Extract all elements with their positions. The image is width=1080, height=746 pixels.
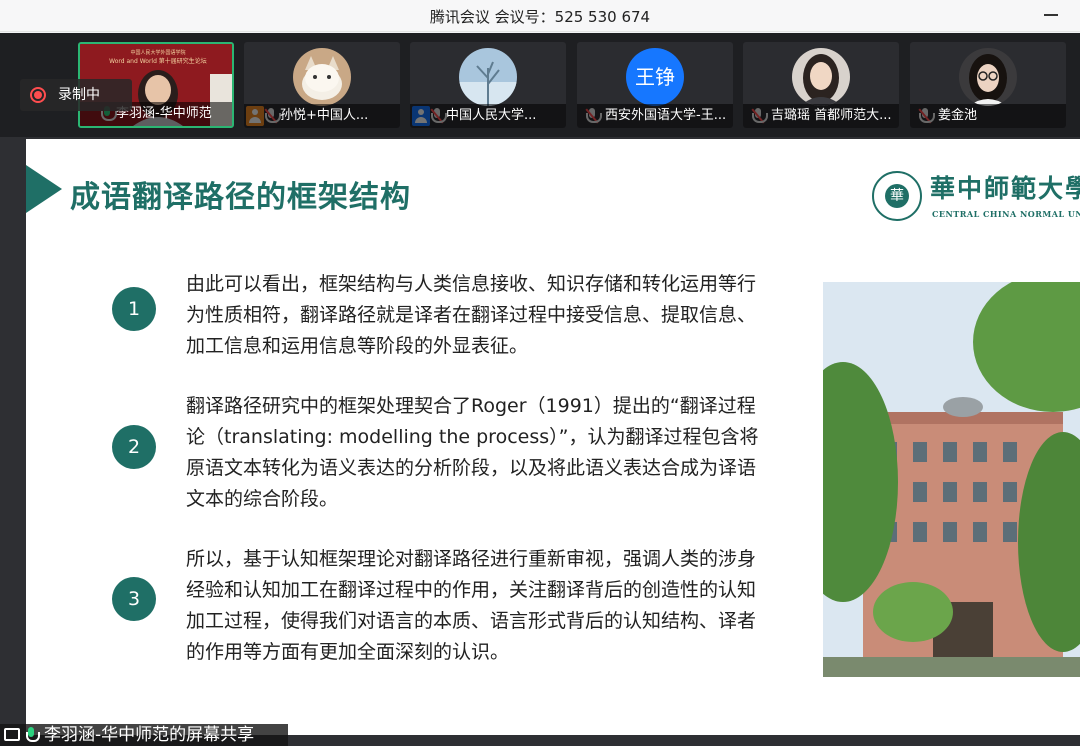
recording-label: 录制中 xyxy=(58,87,100,103)
university-logo: 華 華中師範大學 CENTRAL CHINA NORMAL UNIVERSITY xyxy=(872,169,1080,229)
screen-share-caption: 李羽涵-华中师范的屏幕共享 xyxy=(0,724,288,746)
point-text: 所以，基于认知框架理论对翻译路径进行重新审视，强调人类的涉身经验和认知加工在翻译… xyxy=(186,548,757,663)
point-text: 翻译路径研究中的框架处理契合了Roger（1991）提出的“翻译过程论（tran… xyxy=(186,395,759,510)
screen-share-area: 成语翻译路径的框架结构 華 華中師範大學 CENTRAL CHINA NORMA… xyxy=(0,137,1080,746)
screen-share-icon xyxy=(4,728,20,741)
recording-indicator[interactable]: 录制中 xyxy=(20,79,132,111)
participant-tile-5[interactable]: 吉璐瑶 首都师范大... xyxy=(743,42,899,128)
participant-name: 西安外国语大学-王... xyxy=(577,104,733,128)
point-number: 3 xyxy=(112,577,156,621)
participant-tile-3[interactable]: 中国人民大学... xyxy=(410,42,566,128)
participant-tile-2[interactable]: 孙悦+中国人... xyxy=(244,42,400,128)
poster-line-1: 中国人民大学外国语学院 xyxy=(130,49,185,56)
university-seal-icon: 華 xyxy=(872,171,922,221)
minimize-icon[interactable] xyxy=(1042,6,1060,24)
avatar-person xyxy=(792,48,850,106)
meeting-title: 腾讯会议 会议号：525 530 674 xyxy=(429,8,651,26)
avatar-person-glasses xyxy=(959,48,1017,106)
participant-name: 吉璐瑶 首都师范大... xyxy=(743,104,899,128)
participant-name: 中国人民大学... xyxy=(410,104,566,128)
avatar-winter xyxy=(459,48,517,106)
title-bar: 腾讯会议 会议号：525 530 674 xyxy=(0,0,1080,32)
avatar-cat xyxy=(293,48,351,106)
share-caption-text: 李羽涵-华中师范的屏幕共享 xyxy=(44,725,255,745)
point-number: 2 xyxy=(112,425,156,469)
campus-building-photo xyxy=(823,282,1080,677)
poster-line-2: Word and World 第十届研究生论坛 xyxy=(109,57,207,65)
participant-name: 姜金池 xyxy=(910,104,1066,128)
slide-title: 成语翻译路径的框架结构 xyxy=(70,180,411,215)
avatar-text: 王铮 xyxy=(626,48,684,106)
university-name-cn: 華中師範大學 xyxy=(930,174,1080,203)
participant-tile-6[interactable]: 姜金池 xyxy=(910,42,1066,128)
participant-tile-4[interactable]: 王铮 西安外国语大学-王... xyxy=(577,42,733,128)
university-name-en: CENTRAL CHINA NORMAL UNIVERSITY xyxy=(932,209,1080,219)
participant-video-strip: 中国人民大学外国语学院 Word and World 第十届研究生论坛 李羽涵-… xyxy=(0,33,1080,137)
participant-name: 孙悦+中国人... xyxy=(244,104,400,128)
title-arrow-icon xyxy=(26,165,62,213)
mic-on-icon xyxy=(26,727,40,743)
point-number: 1 xyxy=(112,287,156,331)
point-text: 由此可以看出，框架结构与人类信息接收、知识存储和转化运用等行为性质相符，翻译路径… xyxy=(186,273,757,357)
presentation-slide: 成语翻译路径的框架结构 華 華中師範大學 CENTRAL CHINA NORMA… xyxy=(26,139,1080,735)
seal-text: 華 xyxy=(885,184,909,208)
record-icon xyxy=(30,87,46,103)
